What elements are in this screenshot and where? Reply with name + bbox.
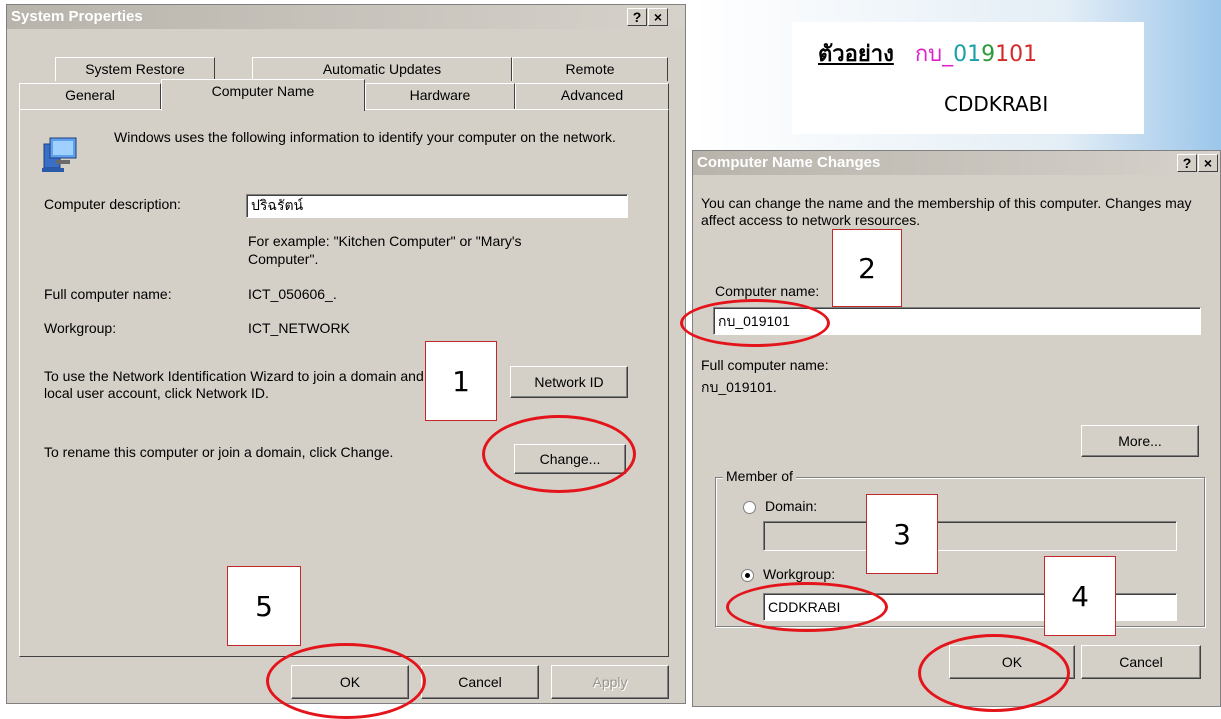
example-code-digit: 9	[981, 42, 996, 67]
name-changes-intro: You can change the name and the membersh…	[701, 195, 1192, 228]
example-code-prefix: กบ_	[914, 42, 954, 67]
tab-label: Hardware	[409, 87, 471, 103]
step-3-marker: 3	[866, 494, 938, 574]
apply-button[interactable]: Apply	[551, 665, 669, 699]
computer-name-label: Computer name:	[715, 283, 820, 299]
example-code-digit: 1	[995, 42, 1010, 67]
help-button[interactable]: ?	[627, 8, 647, 26]
network-computer-icon	[40, 134, 80, 174]
full-computer-name-label: Full computer name:	[701, 357, 829, 373]
full-computer-name-value: ICT_050606_.	[248, 286, 337, 302]
tab-label: Computer Name	[211, 83, 315, 99]
window-title: Computer Name Changes	[697, 154, 881, 171]
tab-remote[interactable]: Remote	[512, 57, 668, 81]
rename-text: To rename this computer or join a domain…	[44, 444, 394, 460]
highlight-change-button	[482, 415, 636, 493]
full-computer-name-label: Full computer name:	[44, 286, 172, 302]
window-title: System Properties	[11, 8, 143, 25]
system-properties-window: System Properties ? × System Restore Aut…	[6, 4, 686, 704]
step-1-marker: 1	[425, 341, 497, 421]
domain-radio[interactable]	[743, 501, 756, 514]
domain-input[interactable]	[763, 521, 1177, 551]
help-button[interactable]: ?	[1177, 154, 1197, 172]
example-code-digit: 1	[1023, 42, 1038, 67]
close-button[interactable]: ×	[1198, 154, 1218, 172]
example-box: ตัวอย่าง กบ_019101 CDDKRABI	[792, 22, 1144, 134]
tab-advanced[interactable]: Advanced	[515, 83, 669, 109]
step-4-marker: 4	[1044, 556, 1116, 636]
highlight-right-ok	[918, 634, 1070, 712]
step-5-marker: 5	[227, 566, 301, 646]
highlight-workgroup	[726, 582, 888, 632]
tab-label: Advanced	[560, 87, 624, 103]
tab-label: General	[65, 87, 115, 103]
example-code-digit: 0	[1009, 42, 1024, 67]
computer-description-field[interactable]: ปริฉรัตน์	[246, 194, 628, 218]
tab-hardware[interactable]: Hardware	[365, 83, 515, 109]
network-id-button[interactable]: Network ID	[510, 366, 628, 398]
workgroup-value: ICT_NETWORK	[248, 320, 350, 336]
tab-label: Remote	[565, 61, 615, 77]
example-line: ตัวอย่าง กบ_019101	[818, 36, 1037, 71]
workgroup-radio[interactable]	[741, 569, 754, 582]
member-of-label: Member of	[723, 468, 796, 484]
computer-description-label: Computer description:	[44, 196, 181, 212]
intro-text: Windows uses the following information t…	[114, 129, 616, 145]
cancel-button[interactable]: Cancel	[421, 665, 539, 699]
step-2-marker: 2	[832, 229, 902, 307]
example-code-digit: 0	[953, 42, 968, 67]
example-hint: For example: "Kitchen Computer" or "Mary…	[248, 233, 522, 267]
computer-name-panel: Windows uses the following information t…	[19, 109, 669, 657]
example-label: ตัวอย่าง	[818, 42, 894, 67]
highlight-left-ok	[266, 643, 426, 719]
more-button[interactable]: More...	[1081, 425, 1199, 457]
tab-general[interactable]: General	[19, 83, 161, 109]
tab-label: Automatic Updates	[322, 61, 442, 77]
full-computer-name-value: กบ_019101.	[701, 379, 777, 395]
tab-computer-name[interactable]: Computer Name	[161, 79, 365, 111]
workgroup-label: Workgroup:	[44, 320, 117, 336]
example-code-digit: 1	[967, 42, 982, 67]
tab-label: System Restore	[85, 61, 185, 77]
name-changes-titlebar: Computer Name Changes	[693, 151, 1220, 175]
highlight-computer-name	[680, 299, 830, 347]
example-workgroup: CDDKRABI	[944, 92, 1049, 116]
network-wizard-text: To use the Network Identification Wizard…	[44, 368, 479, 401]
system-properties-titlebar: System Properties	[7, 5, 685, 29]
cancel-button[interactable]: Cancel	[1081, 645, 1201, 679]
workgroup-label: Workgroup:	[763, 566, 836, 582]
tab-system-restore[interactable]: System Restore	[55, 57, 215, 81]
tab-automatic-updates[interactable]: Automatic Updates	[252, 57, 512, 81]
close-button[interactable]: ×	[648, 8, 668, 26]
domain-label: Domain:	[765, 498, 818, 514]
